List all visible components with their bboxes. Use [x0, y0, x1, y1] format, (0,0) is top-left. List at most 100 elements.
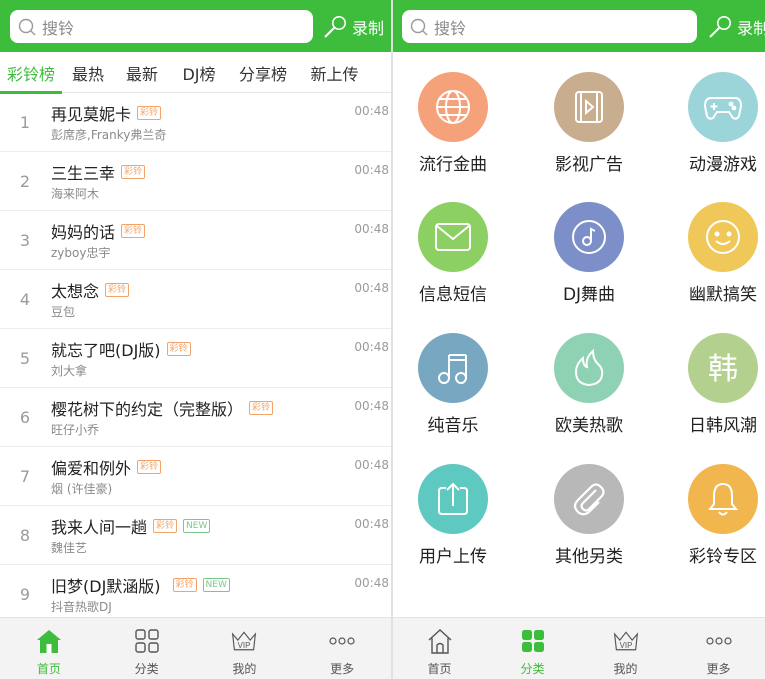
song-title-line: 旧梦(DJ默涵版) 彩铃 NEW	[51, 573, 230, 597]
nav-home[interactable]: 首页	[0, 618, 98, 679]
category-label: 彩铃专区	[689, 547, 757, 567]
han-char-icon: 韩	[708, 352, 738, 387]
flame-icon	[574, 348, 604, 387]
nav-more[interactable]: 更多	[293, 618, 391, 679]
song-title: 就忘了吧(DJ版)	[51, 341, 161, 360]
song-artist: 豆包	[51, 305, 76, 319]
song-title: 太想念	[51, 282, 100, 301]
category-label: 信息短信	[419, 285, 487, 305]
song-artist: zyboy忠宇	[51, 246, 111, 260]
nav-label: 我的	[613, 662, 638, 676]
nav-more[interactable]: 更多	[672, 618, 765, 679]
song-duration: 00:48	[354, 104, 389, 118]
category-pop[interactable]: 流行金曲	[393, 52, 517, 182]
song-artist: 抖音热歌DJ	[51, 600, 112, 614]
song-artist: 彭席彦,Franky弗兰奇	[51, 128, 167, 142]
ringtone-badge: 彩铃	[105, 283, 130, 297]
song-row[interactable]: 5 就忘了吧(DJ版) 彩铃 刘大拿 00:48	[0, 329, 391, 388]
song-rank: 2	[19, 172, 31, 191]
song-rank: 8	[19, 526, 31, 545]
grid-icon	[521, 630, 544, 652]
song-rank: 7	[19, 467, 31, 486]
ringtone-badge: 彩铃	[249, 401, 274, 415]
category-other[interactable]: 其他另类	[529, 444, 653, 574]
song-duration: 00:48	[354, 458, 389, 472]
app-root: 搜铃 录制 彩铃榜 最热 最新 DJ榜 分享榜 新上传 1 再见莫妮卡 彩铃 彭…	[0, 0, 765, 679]
nav-label: 分类	[520, 662, 545, 676]
ringtone-badge: 彩铃	[121, 165, 146, 179]
home-icon	[36, 630, 61, 653]
top-bar: 搜铃 录制	[0, 0, 391, 52]
nav-home[interactable]: 首页	[393, 618, 486, 679]
film-icon	[575, 91, 603, 123]
category-sms[interactable]: 信息短信	[393, 182, 517, 312]
song-row[interactable]: 9 旧梦(DJ默涵版) 彩铃 NEW 抖音热歌DJ 00:48	[0, 565, 391, 624]
song-row[interactable]: 6 樱花树下的约定（完整版） 彩铃 旺仔小乔 00:48	[0, 388, 391, 447]
category-anime-games[interactable]: 动漫游戏	[663, 52, 765, 182]
category-screen: 搜铃 录制 流行金曲 影视广告 动漫游戏 信息短信 DJ舞曲 幽默搞笑 纯音乐 …	[393, 0, 765, 679]
tab-ringtone-chart[interactable]: 彩铃榜	[0, 52, 62, 94]
nav-mine[interactable]: VIP 我的	[196, 618, 294, 679]
tab-newest[interactable]: 最新	[114, 52, 170, 93]
nav-label: 首页	[36, 662, 61, 676]
ringtone-badge: 彩铃	[137, 460, 162, 474]
song-row[interactable]: 7 偏爱和例外 彩铃 烟 (许佳豪) 00:48	[0, 447, 391, 506]
song-artist: 海来阿木	[51, 187, 100, 201]
song-row[interactable]: 4 太想念 彩铃 豆包 00:48	[0, 270, 391, 329]
search-input[interactable]: 搜铃	[10, 10, 313, 43]
song-row[interactable]: 3 妈妈的话 彩铃 zyboy忠宇 00:48	[0, 211, 391, 270]
song-row[interactable]: 8 我来人间一趟 彩铃 NEW 魏佳艺 00:48	[0, 506, 391, 565]
category-label: 动漫游戏	[689, 155, 757, 175]
nav-mine[interactable]: VIP 我的	[579, 618, 672, 679]
gamepad-icon	[703, 97, 743, 120]
category-instrumental[interactable]: 纯音乐	[393, 313, 517, 443]
tab-hottest[interactable]: 最热	[62, 52, 114, 93]
song-duration: 00:48	[354, 576, 389, 590]
ringtone-badge: 彩铃	[153, 519, 178, 533]
category-label: 欧美热歌	[555, 416, 623, 436]
song-duration: 00:48	[354, 222, 389, 236]
more-dots-icon	[705, 637, 732, 645]
record-label: 录制	[737, 18, 765, 38]
upload-icon	[438, 482, 468, 515]
record-label: 录制	[352, 18, 385, 38]
song-artist: 刘大拿	[51, 364, 88, 378]
category-user-upload[interactable]: 用户上传	[393, 444, 517, 574]
song-title: 我来人间一趟	[51, 518, 148, 537]
vip-crown-icon: VIP	[613, 631, 638, 651]
nav-category[interactable]: 分类	[486, 618, 579, 679]
song-title-line: 偏爱和例外 彩铃	[51, 455, 162, 479]
song-duration: 00:48	[354, 399, 389, 413]
category-film-ads[interactable]: 影视广告	[529, 52, 653, 182]
vip-crown-icon: VIP	[232, 631, 257, 651]
tab-new-upload[interactable]: 新上传	[298, 52, 371, 93]
new-badge: NEW	[183, 519, 211, 533]
category-dj[interactable]: DJ舞曲	[529, 182, 653, 312]
song-rank: 6	[19, 408, 31, 427]
ranking-screen: 搜铃 录制 彩铃榜 最热 最新 DJ榜 分享榜 新上传 1 再见莫妮卡 彩铃 彭…	[0, 0, 391, 679]
song-row[interactable]: 1 再见莫妮卡 彩铃 彭席彦,Franky弗兰奇 00:48	[0, 93, 391, 152]
song-title: 三生三幸	[51, 164, 116, 183]
record-button[interactable]: 录制	[707, 10, 765, 43]
vip-text: VIP	[238, 641, 251, 650]
category-western[interactable]: 欧美热歌	[529, 313, 653, 443]
record-button[interactable]: 录制	[322, 10, 384, 43]
song-list: 1 再见莫妮卡 彩铃 彭席彦,Franky弗兰奇 00:48 2 三生三幸 彩铃…	[0, 93, 391, 624]
category-label: 流行金曲	[419, 155, 487, 175]
category-jk-trend[interactable]: 韩 日韩风潮	[663, 313, 765, 443]
envelope-icon	[435, 223, 471, 251]
song-duration: 00:48	[354, 281, 389, 295]
category-label: DJ舞曲	[562, 285, 616, 305]
tab-share-chart[interactable]: 分享榜	[228, 52, 298, 93]
top-bar: 搜铃 录制	[393, 0, 765, 52]
song-title: 樱花树下的约定（完整版）	[51, 400, 244, 419]
song-title-line: 三生三幸 彩铃	[51, 160, 146, 184]
tab-dj-chart[interactable]: DJ榜	[170, 52, 228, 93]
category-ringtone-zone[interactable]: 彩铃专区	[663, 444, 765, 574]
search-placeholder: 搜铃	[42, 18, 75, 38]
category-humor[interactable]: 幽默搞笑	[663, 182, 765, 312]
song-duration: 00:48	[354, 340, 389, 354]
search-input[interactable]: 搜铃	[402, 10, 697, 43]
nav-category[interactable]: 分类	[98, 618, 196, 679]
song-row[interactable]: 2 三生三幸 彩铃 海来阿木 00:48	[0, 152, 391, 211]
